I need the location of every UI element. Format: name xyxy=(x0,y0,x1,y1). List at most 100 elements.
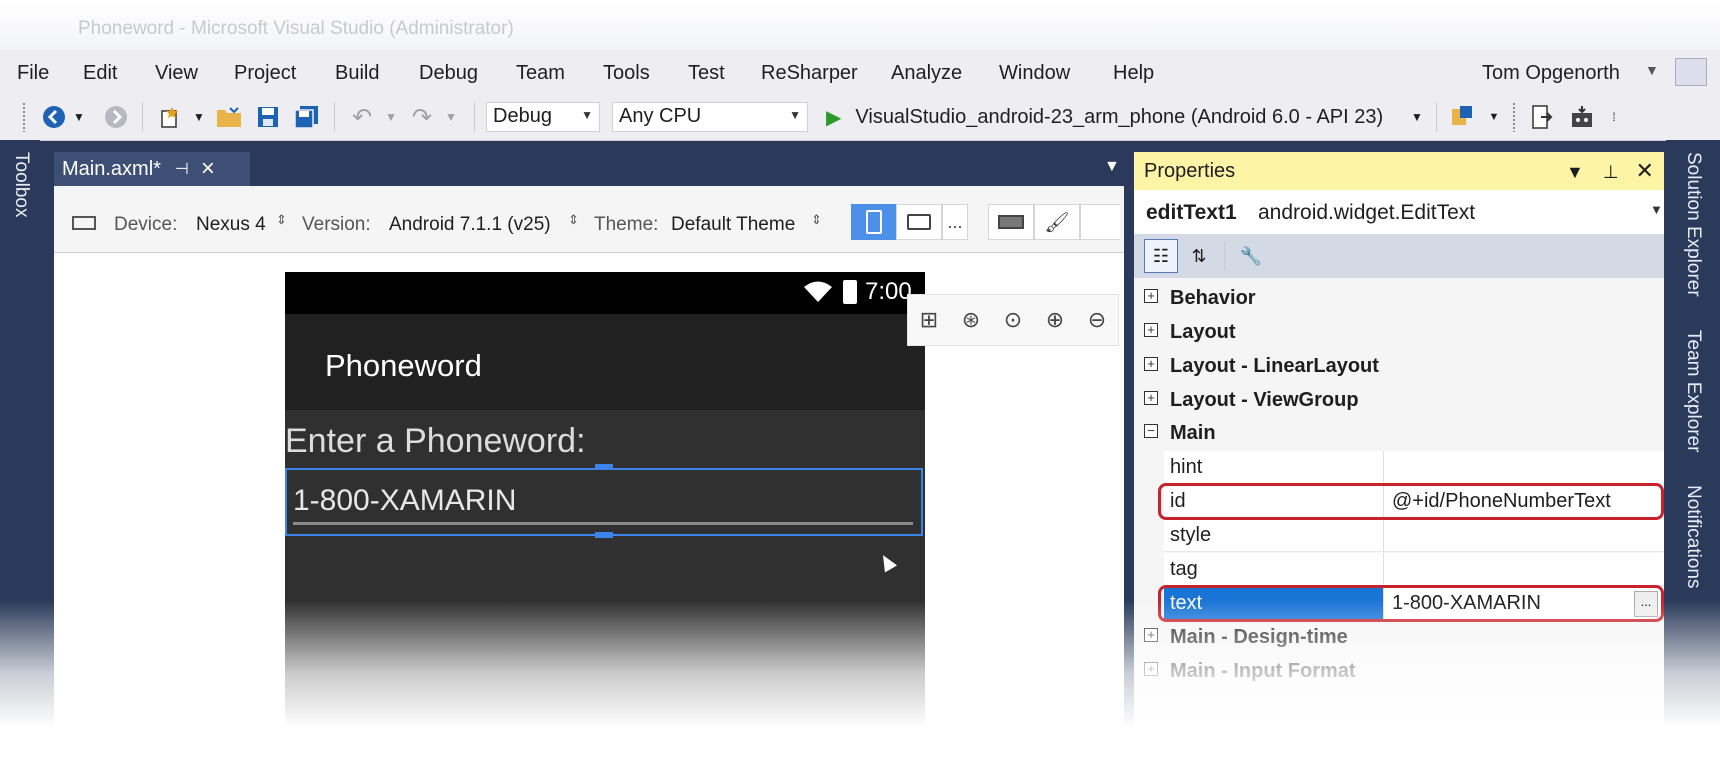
layout-toggle[interactable] xyxy=(1080,204,1120,240)
android-device-manager-icon[interactable] xyxy=(1448,103,1478,131)
toolbox-tab[interactable]: Toolbox xyxy=(10,152,32,218)
updown-icon[interactable]: ⇕ xyxy=(568,212,579,228)
device-log-icon[interactable] xyxy=(1528,103,1556,131)
resource-qualifier-button[interactable] xyxy=(988,204,1034,240)
expand-icon[interactable]: + xyxy=(1144,323,1158,337)
new-project-icon[interactable] xyxy=(156,103,184,131)
brush-icon: 🖌 xyxy=(1044,211,1070,234)
menu-test[interactable]: Test xyxy=(688,62,725,85)
avatar[interactable] xyxy=(1675,58,1707,86)
chevron-down-icon[interactable]: ▼ xyxy=(1104,158,1120,176)
menu-tools[interactable]: Tools xyxy=(603,62,650,85)
pin-icon[interactable]: ⊣ xyxy=(175,159,189,179)
resize-handle-top[interactable] xyxy=(595,464,613,470)
save-icon[interactable] xyxy=(254,103,282,131)
chevron-down-icon[interactable]: ▼ xyxy=(1650,202,1663,217)
category-layout-linearlayout[interactable]: + Layout - LinearLayout xyxy=(1134,350,1664,383)
close-icon[interactable]: × xyxy=(201,155,215,183)
pin-icon[interactable]: ⊥ xyxy=(1603,162,1619,182)
menu-help[interactable]: Help xyxy=(1113,62,1154,85)
property-row-hint[interactable]: hint xyxy=(1164,451,1664,484)
alphabetical-icon[interactable]: ⇅ xyxy=(1182,239,1216,273)
expand-icon[interactable]: + xyxy=(1144,357,1158,371)
zoom-fit-icon[interactable]: ⊛ xyxy=(962,307,980,333)
property-row-tag[interactable]: tag xyxy=(1164,553,1664,586)
category-main-design-time[interactable]: + Main - Design-time xyxy=(1134,621,1664,654)
category-behavior[interactable]: + Behavior xyxy=(1134,282,1664,315)
chevron-down-icon[interactable]: ▼ xyxy=(192,103,206,131)
menu-build[interactable]: Build xyxy=(335,62,379,85)
category-layout-viewgroup[interactable]: + Layout - ViewGroup xyxy=(1134,384,1664,417)
selected-object[interactable]: editText1 android.widget.EditText ▼ xyxy=(1134,190,1664,234)
property-value-input[interactable] xyxy=(1386,553,1664,586)
menu-view[interactable]: View xyxy=(155,62,198,85)
zoom-out-icon[interactable]: ⊖ xyxy=(1088,307,1106,333)
collapse-icon[interactable]: − xyxy=(1144,424,1158,438)
landscape-toggle[interactable] xyxy=(896,204,942,240)
solution-platform-select[interactable]: Any CPU ▼ xyxy=(612,102,808,132)
chevron-down-icon[interactable]: ▼ xyxy=(384,103,398,131)
more-options-button[interactable]: ... xyxy=(942,204,968,240)
expand-icon[interactable]: + xyxy=(1144,628,1158,642)
toolbar-grip[interactable] xyxy=(1512,102,1516,132)
chevron-down-icon[interactable]: ▼ xyxy=(72,103,86,131)
category-label: Behavior xyxy=(1170,287,1256,309)
phone-number-edit-text[interactable]: 1-800-XAMARIN xyxy=(285,468,923,536)
menu-resharper[interactable]: ReSharper xyxy=(761,62,858,85)
chevron-down-icon[interactable]: ▼ xyxy=(1566,162,1584,182)
forward-icon[interactable] xyxy=(102,103,130,131)
notifications-tab[interactable]: Notifications xyxy=(1682,485,1704,589)
back-icon[interactable] xyxy=(40,103,68,131)
undo-icon[interactable]: ↶ xyxy=(348,103,376,131)
zoom-actual-icon[interactable]: ⊙ xyxy=(1004,307,1022,333)
property-value-input[interactable] xyxy=(1386,519,1664,552)
user-name[interactable]: Tom Opgenorth xyxy=(1482,62,1620,85)
team-explorer-tab[interactable]: Team Explorer xyxy=(1682,330,1704,453)
expand-icon[interactable]: + xyxy=(1144,391,1158,405)
chevron-down-icon[interactable]: ▼ xyxy=(1488,103,1500,131)
sdk-manager-icon[interactable] xyxy=(1568,103,1596,131)
resize-handle-bottom[interactable] xyxy=(595,532,613,538)
property-row-style[interactable]: style xyxy=(1164,519,1664,552)
device-select[interactable]: Nexus 4 xyxy=(196,214,266,236)
menu-window[interactable]: Window xyxy=(999,62,1070,85)
open-folder-icon[interactable] xyxy=(214,103,244,131)
layout-grid-icon[interactable]: ⊞ xyxy=(920,307,938,333)
portrait-toggle[interactable] xyxy=(851,204,897,240)
redo-icon[interactable]: ↷ xyxy=(408,103,436,131)
menu-team[interactable]: Team xyxy=(516,62,565,85)
wrench-icon[interactable]: 🔧 xyxy=(1234,239,1268,273)
theme-select[interactable]: Default Theme xyxy=(671,214,795,236)
chevron-down-icon[interactable]: ▼ xyxy=(1410,103,1424,131)
updown-icon[interactable]: ⇕ xyxy=(811,212,822,228)
menu-analyze[interactable]: Analyze xyxy=(891,62,962,85)
category-main-input-format[interactable]: + Main - Input Format xyxy=(1134,655,1664,688)
brush-button[interactable]: 🖌 xyxy=(1034,204,1080,240)
property-value-input[interactable] xyxy=(1386,451,1664,484)
categorized-icon[interactable]: ☷ xyxy=(1144,239,1178,273)
toolbar-separator xyxy=(1224,241,1225,271)
category-layout[interactable]: + Layout xyxy=(1134,316,1664,349)
expand-icon[interactable]: + xyxy=(1144,662,1158,676)
toolbar-overflow-icon[interactable]: ⁞ xyxy=(1606,103,1622,131)
menu-file[interactable]: File xyxy=(17,62,49,85)
version-select[interactable]: Android 7.1.1 (v25) xyxy=(389,214,551,236)
save-all-icon[interactable] xyxy=(292,103,322,131)
category-main[interactable]: − Main xyxy=(1134,417,1664,450)
menu-edit[interactable]: Edit xyxy=(83,62,117,85)
close-icon[interactable]: ✕ xyxy=(1636,158,1654,183)
updown-icon[interactable]: ⇕ xyxy=(276,212,287,228)
expand-icon[interactable]: + xyxy=(1144,289,1158,303)
toolbar-grip[interactable] xyxy=(22,102,26,132)
zoom-in-icon[interactable]: ⊕ xyxy=(1046,307,1064,333)
solution-configuration-select[interactable]: Debug ▼ xyxy=(486,102,600,132)
menu-debug[interactable]: Debug xyxy=(419,62,478,85)
run-target-label: VisualStudio_android-23_arm_phone (Andro… xyxy=(855,105,1384,128)
chevron-down-icon[interactable]: ▼ xyxy=(444,103,458,131)
solution-explorer-tab[interactable]: Solution Explorer xyxy=(1682,152,1704,297)
menu-project[interactable]: Project xyxy=(234,62,296,85)
resource-qualifier-icon xyxy=(998,215,1024,229)
start-debugging-button[interactable]: ▶ VisualStudio_android-23_arm_phone (And… xyxy=(826,102,1383,132)
chevron-down-icon[interactable]: ▼ xyxy=(1645,62,1659,78)
tab-main-axml[interactable]: Main.axml* ⊣ × xyxy=(54,152,250,186)
